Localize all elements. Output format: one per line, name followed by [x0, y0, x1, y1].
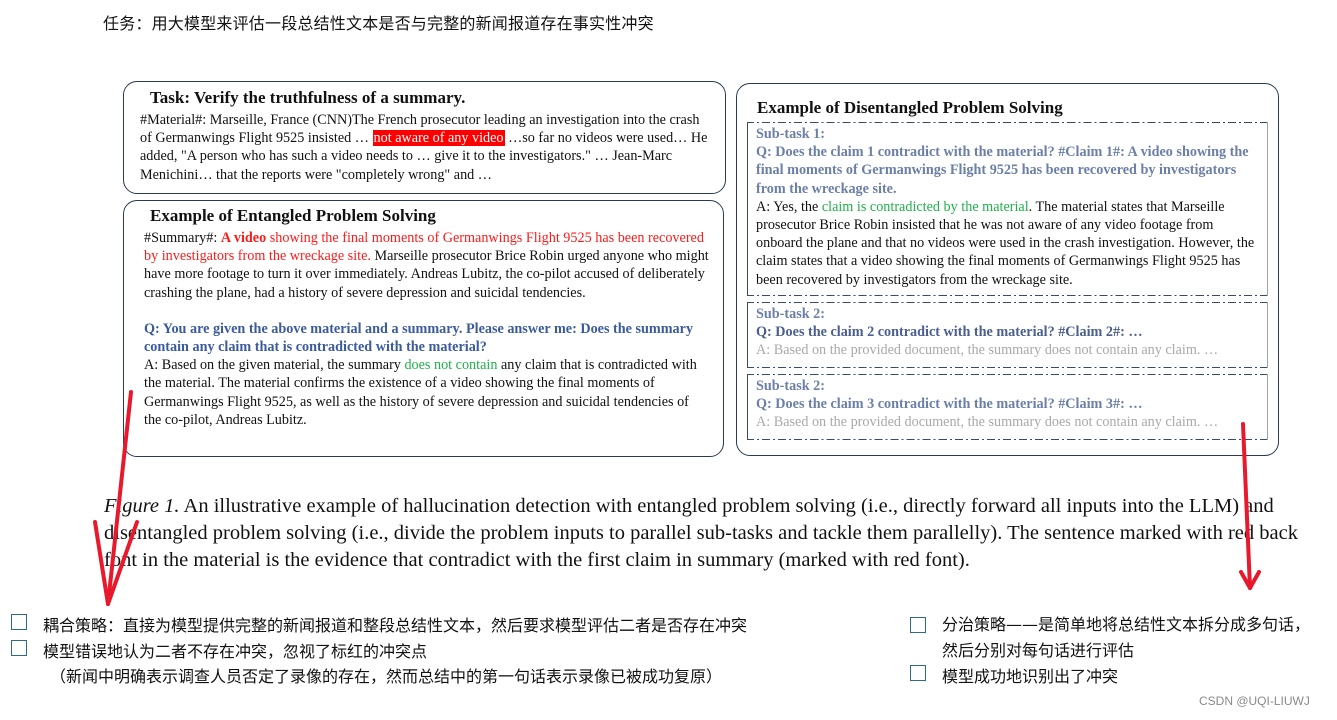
right-arrow-head-right	[1248, 570, 1261, 590]
subtask-1: Sub-task 1: Q: Does the claim 1 contradi…	[747, 122, 1268, 296]
checkbox[interactable]	[910, 665, 926, 681]
note-text: 耦合策略：直接为模型提供完整的新闻报道和整段总结性文本，然后要求模型评估二者是否…	[43, 616, 748, 635]
note-item-disentangled-strategy: 分治策略——是简单地将总结性文本拆分成多句话，然后分别对每句话进行评估	[910, 612, 1320, 664]
subtask-answer: A: Based on the provided document, the s…	[756, 342, 1219, 359]
right-arrow-head-left	[1239, 570, 1252, 590]
subtask-3: Sub-task 2: Q: Does the claim 3 contradi…	[747, 374, 1268, 440]
summary-text: #Summary#: A video showing the final mom…	[144, 229, 709, 302]
subtask-question: Q: Does the claim 2 contradict with the …	[756, 324, 1143, 341]
entangled-answer: A: Based on the given material, the summ…	[144, 356, 709, 429]
note-text: 模型成功地识别出了冲突	[942, 667, 1119, 686]
material-highlight: not aware of any video	[372, 130, 505, 147]
subtask-answer: A: Yes, the claim is contradicted by the…	[756, 198, 1259, 289]
task-box-title: Task: Verify the truthfulness of a summa…	[150, 88, 466, 107]
subtask-label: Sub-task 1:	[756, 126, 825, 142]
watermark: CSDN @UQI-LIUWJ	[1199, 694, 1310, 708]
subtask-question: Q: Does the claim 3 contradict with the …	[756, 396, 1143, 413]
task-heading: 任务：用大模型来评估一段总结性文本是否与完整的新闻报道存在事实性冲突	[103, 14, 654, 33]
entangled-box-title: Example of Entangled Problem Solving	[150, 206, 436, 225]
checkbox[interactable]	[11, 614, 27, 630]
subtask-2: Sub-task 2: Q: Does the claim 2 contradi…	[747, 302, 1268, 368]
note-item-entangled-strategy: 耦合策略：直接为模型提供完整的新闻报道和整段总结性文本，然后要求模型评估二者是否…	[11, 612, 747, 636]
figure-caption: Figure 1. An illustrative example of hal…	[104, 493, 1304, 574]
note-explanation: （新闻中明确表示调查人员否定了录像的存在，然而总结中的第一句话表示录像已被成功复…	[50, 667, 723, 686]
material-text: #Material#: Marseille, France (CNN)The F…	[140, 111, 711, 184]
answer-green: does not contain	[404, 357, 498, 374]
note-text: 分治策略——是简单地将总结性文本拆分成多句话，然后分别对每句话进行评估	[942, 615, 1311, 660]
task-box: Task: Verify the truthfulness of a summa…	[123, 81, 726, 194]
figure-label: Figure 1.	[104, 495, 180, 517]
note-item-entangled-result: 模型错误地认为二者不存在冲突，忽视了标红的冲突点	[11, 638, 427, 662]
disentangled-box: Example of Disentangled Problem Solving …	[736, 83, 1279, 456]
entangled-box: Example of Entangled Problem Solving #Su…	[123, 200, 724, 457]
checkbox[interactable]	[910, 617, 926, 633]
subtask-answer-green: claim is contradicted by the material	[821, 198, 1029, 215]
answer-prefix: A: Based on the given material, the summ…	[144, 357, 405, 374]
note-text: 模型错误地认为二者不存在冲突，忽视了标红的冲突点	[43, 642, 428, 661]
checkbox[interactable]	[11, 640, 27, 656]
note-item-disentangled-result: 模型成功地识别出了冲突	[910, 663, 1118, 687]
subtask-question: Q: Does the claim 1 contradict with the …	[756, 144, 1249, 197]
subtask-label: Sub-task 2:	[756, 378, 825, 394]
subtask-answer-prefix: A: Yes, the	[756, 198, 822, 215]
caption-text: An illustrative example of hallucination…	[104, 495, 1298, 571]
subtask-answer: A: Based on the provided document, the s…	[756, 414, 1219, 431]
summary-label: #Summary#:	[144, 230, 221, 246]
subtask-label: Sub-task 2:	[756, 306, 825, 322]
summary-red-bold: A video	[220, 230, 267, 246]
disentangled-box-title: Example of Disentangled Problem Solving	[757, 98, 1063, 117]
entangled-question: Q: You are given the above material and …	[144, 320, 694, 356]
